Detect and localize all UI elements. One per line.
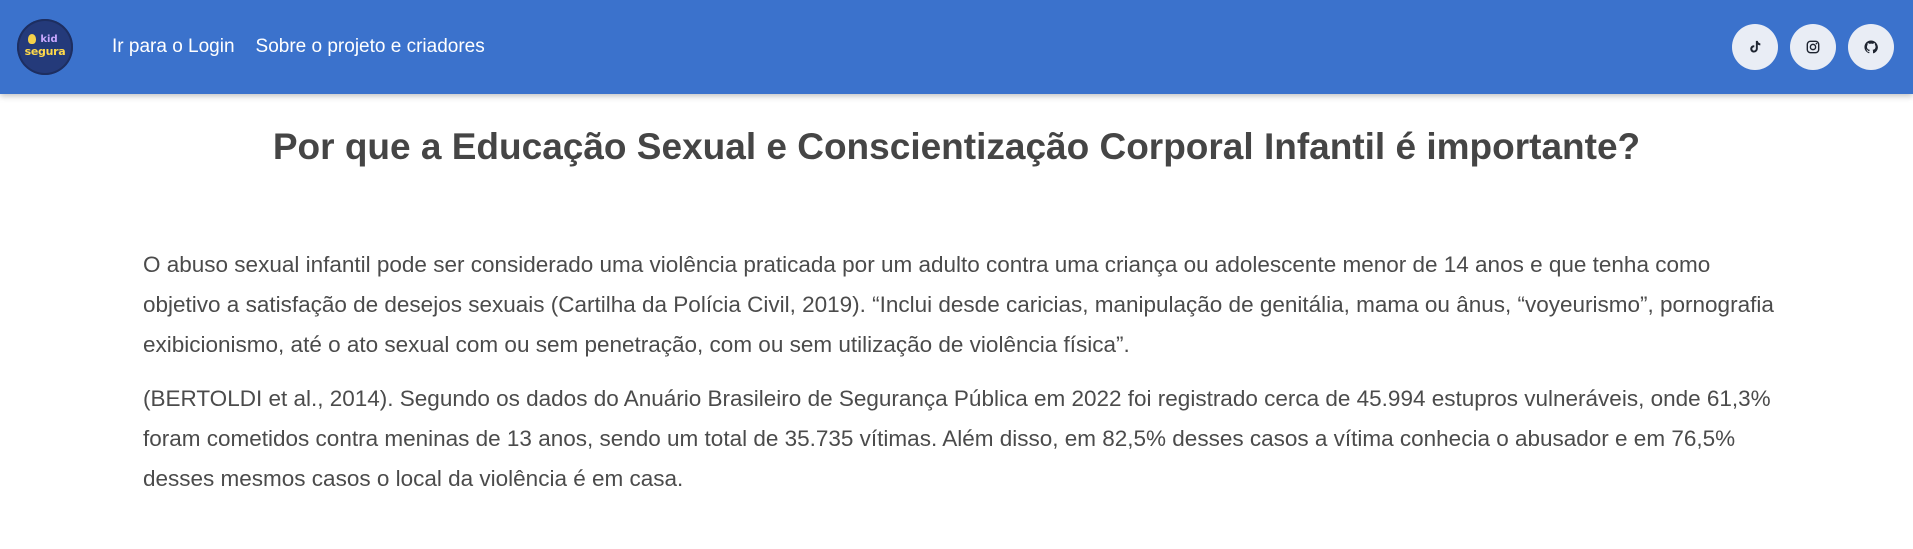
logo-text-kid: kid: [40, 34, 58, 45]
paragraph-abuse-definition: O abuso sexual infantil pode ser conside…: [143, 252, 1774, 357]
github-button[interactable]: [1848, 24, 1894, 70]
paragraph-statistics: (BERTOLDI et al., 2014). Segundo os dado…: [143, 386, 1771, 491]
tiktok-icon: [1750, 40, 1761, 53]
github-icon: [1864, 40, 1878, 54]
social-links: [1732, 24, 1894, 70]
logo-text-segura: segura: [24, 45, 66, 58]
about-link[interactable]: Sobre o projeto e criadores: [256, 36, 485, 58]
navbar: kid segura Ir para o Login Sobre o proje…: [0, 0, 1913, 94]
nav-links: Ir para o Login Sobre o projeto e criado…: [112, 0, 485, 94]
tiktok-button[interactable]: [1732, 24, 1778, 70]
instagram-icon: [1806, 40, 1820, 54]
login-link[interactable]: Ir para o Login: [112, 36, 235, 58]
kid-segura-logo[interactable]: kid segura: [17, 19, 73, 75]
instagram-button[interactable]: [1790, 24, 1836, 70]
page-title: Por que a Educação Sexual e Conscientiza…: [272, 126, 1641, 167]
lightbulb-icon: [28, 34, 36, 44]
main-content: O abuso sexual infantil pode ser conside…: [143, 245, 1783, 513]
